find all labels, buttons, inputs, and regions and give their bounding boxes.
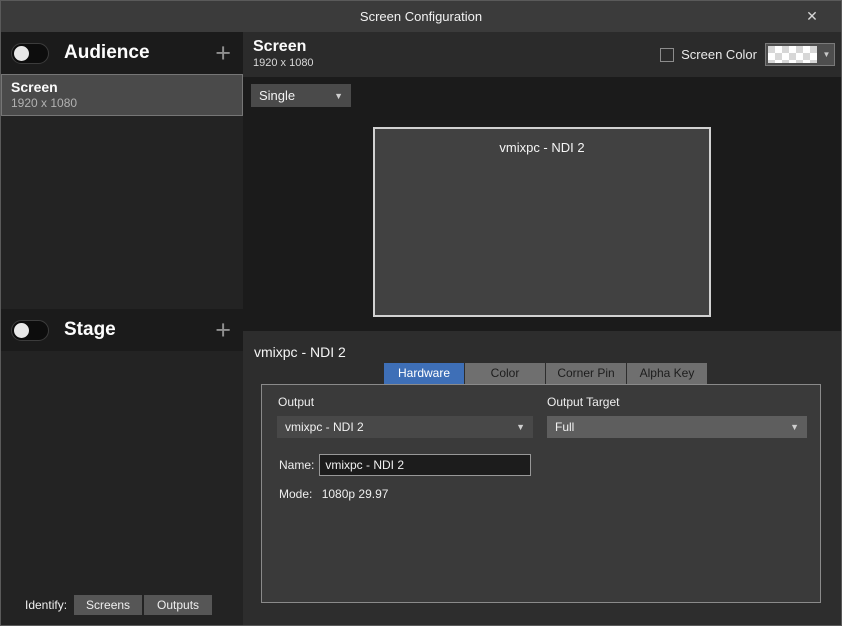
output-label: Output — [278, 395, 314, 409]
add-stage-screen-icon[interactable]: + — [215, 317, 231, 344]
identify-row: Identify: Screens Outputs — [1, 595, 243, 615]
tab-corner-pin[interactable]: Corner Pin — [546, 363, 626, 384]
screen-configuration-dialog: Screen Configuration ✕ Audience + Screen… — [0, 0, 842, 626]
titlebar: Screen Configuration ✕ — [1, 1, 841, 32]
screen-preview-area: Single ▼ vmixpc - NDI 2 — [243, 77, 841, 331]
identify-outputs-button[interactable]: Outputs — [144, 595, 212, 615]
stage-toggle[interactable] — [11, 320, 49, 341]
tab-hardware[interactable]: Hardware — [384, 363, 464, 384]
page-title: Screen — [253, 37, 314, 57]
chevron-down-icon: ▼ — [790, 422, 799, 432]
output-target-dropdown-value: Full — [555, 420, 784, 434]
identify-label: Identify: — [25, 598, 67, 612]
mode-label: Mode: — [279, 487, 312, 501]
add-audience-screen-icon[interactable]: + — [215, 40, 231, 67]
audience-section-header: Audience + — [1, 32, 243, 74]
close-icon[interactable]: ✕ — [797, 1, 827, 32]
window-title: Screen Configuration — [360, 9, 482, 24]
identify-screens-button[interactable]: Screens — [74, 595, 142, 615]
settings-tabs: Hardware Color Corner Pin Alpha Key — [384, 363, 707, 384]
output-target-dropdown[interactable]: Full ▼ — [547, 416, 807, 438]
sidebar-item-screen[interactable]: Screen 1920 x 1080 — [1, 74, 243, 116]
mode-row: Mode: 1080p 29.97 — [279, 487, 388, 501]
main-area: Screen 1920 x 1080 Screen Color ▼ Single… — [243, 32, 841, 626]
stage-section-label: Stage — [64, 319, 215, 341]
audience-toggle-knob — [14, 46, 29, 61]
name-label: Name: — [279, 458, 314, 472]
panel-title: vmixpc - NDI 2 — [254, 344, 346, 360]
sidebar: Audience + Screen 1920 x 1080 Stage + Id… — [1, 32, 243, 626]
transparent-swatch — [768, 46, 817, 63]
hardware-settings-group: Output vmixpc - NDI 2 ▼ Output Target Fu… — [261, 384, 821, 603]
chevron-down-icon: ▼ — [819, 44, 834, 65]
stage-section-header: Stage + — [1, 309, 243, 351]
tab-alpha-key[interactable]: Alpha Key — [627, 363, 707, 384]
audience-section-label: Audience — [64, 42, 215, 64]
output-settings-panel: vmixpc - NDI 2 Hardware Color Corner Pin… — [243, 331, 841, 626]
stage-toggle-knob — [14, 323, 29, 338]
layout-dropdown-value: Single — [259, 88, 328, 103]
name-input[interactable] — [319, 454, 531, 476]
page-resolution: 1920 x 1080 — [253, 57, 314, 70]
layout-dropdown[interactable]: Single ▼ — [251, 84, 351, 107]
main-header: Screen 1920 x 1080 Screen Color ▼ — [243, 32, 841, 77]
screen-color-picker[interactable]: ▼ — [765, 43, 835, 66]
output-dropdown[interactable]: vmixpc - NDI 2 ▼ — [277, 416, 533, 438]
chevron-down-icon: ▼ — [334, 91, 343, 101]
mode-value: 1080p 29.97 — [322, 487, 389, 501]
output-preview-box[interactable]: vmixpc - NDI 2 — [373, 127, 711, 317]
screen-item-title: Screen — [11, 79, 242, 96]
output-target-label: Output Target — [547, 395, 620, 409]
stage-list-empty-area — [1, 351, 243, 595]
output-preview-label: vmixpc - NDI 2 — [499, 140, 584, 155]
screen-color-checkbox[interactable] — [660, 48, 674, 62]
screen-color-label: Screen Color — [681, 47, 757, 62]
output-dropdown-value: vmixpc - NDI 2 — [285, 420, 510, 434]
audience-toggle[interactable] — [11, 43, 49, 64]
chevron-down-icon: ▼ — [516, 422, 525, 432]
screen-item-resolution: 1920 x 1080 — [11, 96, 242, 111]
audience-list-empty-area — [1, 116, 243, 309]
tab-color[interactable]: Color — [465, 363, 545, 384]
